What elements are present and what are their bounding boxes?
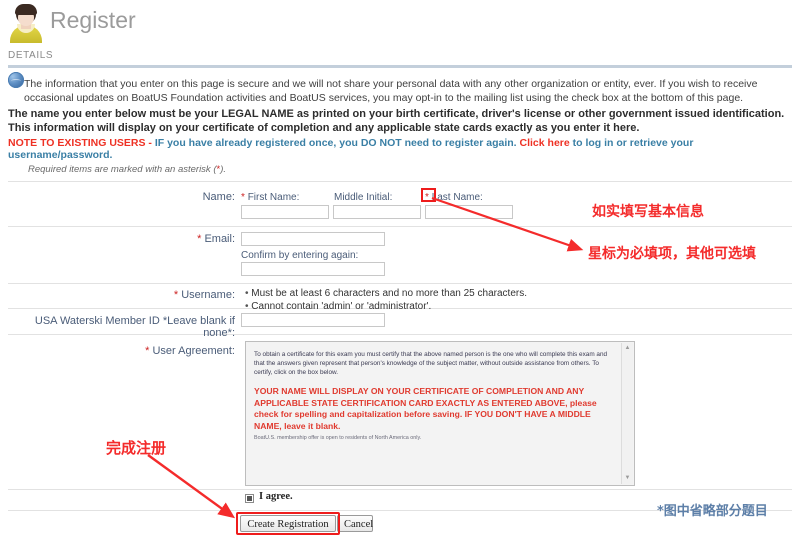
email-label: * Email: [140, 233, 235, 245]
privacy-text: The information that you enter on this p… [24, 78, 758, 104]
agree-checkbox[interactable] [245, 494, 254, 503]
first-name-label: * First Name: [241, 192, 299, 203]
note-prefix: NOTE TO EXISTING USERS - [8, 137, 155, 149]
annotation-fill-basic-info: 如实填写基本信息 [592, 204, 704, 220]
annotation-omitted-questions: *图中省略部分题目 [657, 504, 768, 519]
member-id-label: USA Waterski Member ID *Leave blank if n… [34, 315, 235, 339]
agreement-scrollbar[interactable]: ▲ ▼ [621, 343, 633, 484]
required-note-post: ). [220, 164, 227, 175]
required-items-note: Required items are marked with an asteri… [28, 164, 226, 175]
username-rule-1: Must be at least 6 characters and no mor… [245, 288, 545, 301]
middle-initial-input[interactable] [333, 205, 421, 219]
page-header: Register [0, 0, 800, 44]
agree-checkbox-label: I agree. [259, 491, 293, 502]
username-rule-2: Cannot contain 'admin' or 'administrator… [245, 301, 545, 314]
scroll-up-arrow-icon[interactable]: ▲ [624, 345, 631, 352]
first-name-asterisk: * [241, 192, 245, 203]
scroll-down-arrow-icon[interactable]: ▼ [624, 475, 631, 482]
middle-initial-label: Middle Initial: [334, 192, 393, 203]
row-divider [8, 226, 792, 227]
last-name-input[interactable] [425, 205, 513, 219]
annotation-complete-registration: 完成注册 [106, 439, 167, 457]
row-divider [8, 181, 792, 182]
username-asterisk: * [173, 289, 179, 301]
user-agreement-content: To obtain a certificate for this exam yo… [254, 350, 612, 432]
login-link[interactable]: Click here [520, 137, 570, 149]
agreement-paragraph: To obtain a certificate for this exam yo… [254, 351, 608, 376]
user-agreement-asterisk: * [145, 345, 150, 357]
agreement-warning: YOUR NAME WILL DISPLAY ON YOUR CERTIFICA… [254, 386, 597, 431]
register-page: Register DETAILS The information that yo… [0, 0, 800, 538]
first-name-input[interactable] [241, 205, 329, 219]
required-asterisk-highlight-box [421, 188, 436, 202]
user-agreement-label: * User Agreement: [140, 345, 235, 357]
email-asterisk: * [197, 233, 202, 245]
agreement-footnote: BoatU.S. membership offer is open to res… [254, 435, 422, 441]
first-name-label-text: First Name: [247, 192, 300, 203]
last-name-label-text: Last Name: [431, 192, 483, 203]
legal-name-text: The name you enter below must be your LE… [8, 108, 785, 134]
username-rules: Must be at least 6 characters and no mor… [245, 288, 545, 313]
email-confirm-input[interactable] [241, 262, 385, 276]
username-label: * Username: [140, 289, 235, 301]
create-button-highlight-box [236, 512, 340, 535]
member-id-input[interactable] [241, 313, 385, 327]
section-divider [8, 65, 792, 68]
existing-users-note: NOTE TO EXISTING USERS - IF you have alr… [8, 137, 790, 161]
username-label-text: Username: [181, 289, 235, 301]
name-label: Name: [202, 191, 235, 203]
cancel-button[interactable]: Cancel [337, 515, 373, 532]
email-input[interactable] [241, 232, 385, 246]
row-divider [8, 489, 792, 490]
page-title: Register [50, 7, 136, 33]
user-agreement-label-text: User Agreement: [152, 345, 235, 357]
details-section-label: DETAILS [8, 50, 54, 61]
row-divider [8, 283, 792, 284]
user-avatar-icon [8, 4, 44, 43]
note-body-1: IF you have already registered once, you… [154, 137, 520, 149]
required-note-pre: Required items are marked with an asteri… [28, 164, 217, 175]
annotation-asterisk-required: 星标为必填项，其他可选填 [588, 246, 756, 262]
user-agreement-panel[interactable]: To obtain a certificate for this exam yo… [245, 341, 635, 486]
globe-info-icon [8, 72, 24, 88]
email-confirm-label: Confirm by entering again: [241, 250, 359, 261]
email-label-text: Email: [204, 233, 235, 245]
